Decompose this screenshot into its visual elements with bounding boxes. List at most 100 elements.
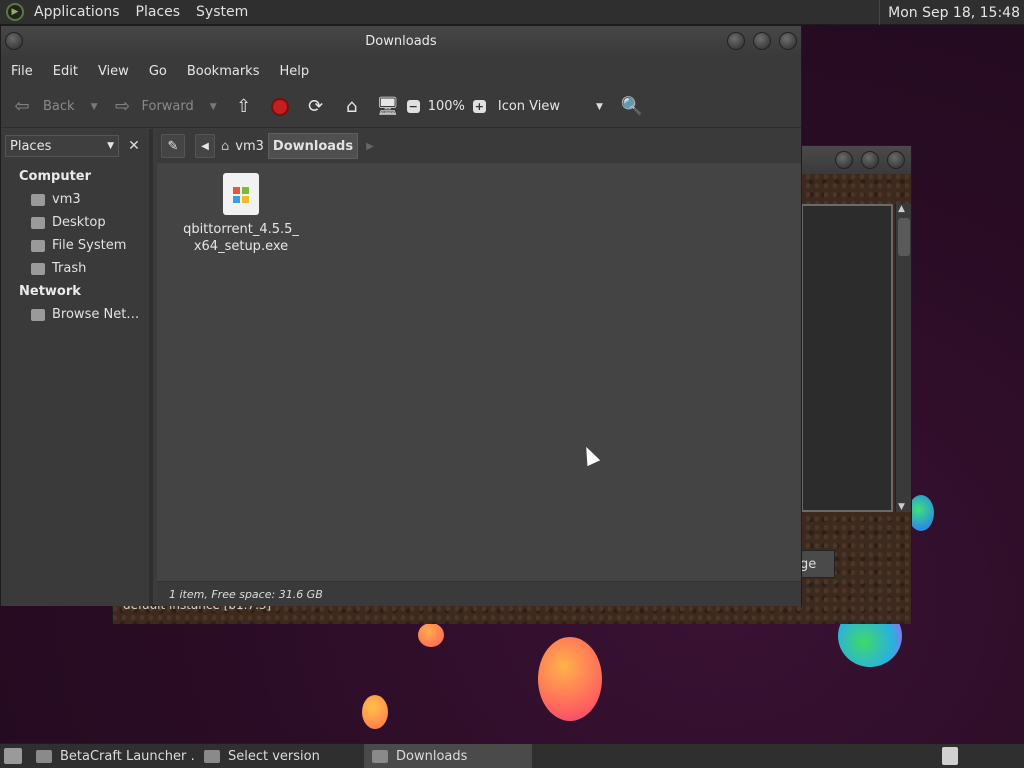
breadcrumb-left-button[interactable]: ◀ (195, 134, 215, 158)
task-label: BetaCraft Launcher … (60, 748, 196, 764)
launcher-button[interactable]: ge (799, 550, 835, 578)
windows-exe-icon (223, 173, 259, 215)
chevron-left-icon: ◀ (201, 140, 209, 152)
file-item[interactable]: qbittorrent_4.5.5_ x64_setup.exe (181, 173, 301, 255)
zoom-in-icon[interactable]: + (472, 100, 486, 113)
file-manager-window[interactable]: Downloads File Edit View Go Bookmarks He… (0, 25, 802, 606)
java-app-icon (36, 749, 52, 763)
menu-applications[interactable]: Applications (26, 4, 128, 20)
edit-icon: ✎ (167, 138, 179, 154)
desktop-icon (31, 216, 45, 229)
back-label: Back (43, 99, 75, 114)
task-select-version[interactable]: Select version (196, 744, 364, 768)
version-list-panel[interactable] (801, 204, 893, 512)
network-icon (31, 308, 45, 321)
decor-bubble-top-orange (418, 623, 444, 647)
scroll-thumb[interactable] (898, 218, 910, 256)
sidebar-item-label: File System (52, 238, 127, 253)
file-view[interactable]: qbittorrent_4.5.5_ x64_setup.exe (157, 163, 801, 581)
forward-arrow-icon: ⇨ (114, 96, 131, 117)
home-folder-icon (31, 193, 45, 206)
computer-icon: 🖥 (376, 96, 400, 117)
reload-icon: ⟳ (308, 96, 324, 117)
sidebar-item-trash[interactable]: Trash (1, 257, 149, 280)
toolbar: ⇦ Back ▼ ⇨ Forward ▼ ⇧ ⟳ ⌂ 🖥 − 100% + Ic… (1, 86, 801, 128)
drive-icon (31, 239, 45, 252)
window-title: Downloads (365, 33, 437, 49)
section-network: Network (19, 284, 81, 299)
forward-history-dropdown-icon[interactable]: ▼ (210, 102, 217, 112)
forward-button[interactable]: ⇨ Forward ▼ (109, 91, 217, 123)
menu-go[interactable]: Go (139, 64, 177, 79)
sidebar-type-select[interactable]: Places ▼ (5, 135, 119, 157)
sidebar: Places ▼ ✕ Computer vm3 Desktop File Sys… (1, 129, 153, 606)
sidebar-item-label: Desktop (52, 215, 106, 230)
file-name-line1: qbittorrent_4.5.5_ (183, 222, 299, 237)
clock[interactable]: Mon Sep 18, 15:48 (879, 0, 1024, 25)
menu-view[interactable]: View (88, 64, 139, 79)
window-menu-icon[interactable] (5, 32, 23, 50)
sidebar-item-desktop[interactable]: Desktop (1, 211, 149, 234)
zoom-level: 100% (427, 99, 465, 114)
reload-button[interactable]: ⟳ (303, 91, 329, 123)
chevron-right-icon[interactable]: ▶ (366, 141, 374, 152)
up-button[interactable]: ⇧ (231, 91, 257, 123)
top-panel: ▶ Applications Places System Mon Sep 18,… (0, 0, 1024, 25)
close-sidebar-icon[interactable]: ✕ (123, 135, 145, 157)
scroll-up-icon[interactable]: ▲ (898, 204, 905, 214)
task-downloads[interactable]: Downloads (364, 744, 532, 768)
menu-help[interactable]: Help (269, 64, 319, 79)
sidebar-header: Places ▼ ✕ (5, 134, 147, 158)
menu-system[interactable]: System (188, 4, 256, 20)
sidebar-item-filesystem[interactable]: File System (1, 234, 149, 257)
file-name-line2: x64_setup.exe (193, 239, 289, 254)
menu-places[interactable]: Places (128, 4, 189, 20)
location-bar: ✎ ◀ ⌂ vm3 Downloads ▶ (157, 129, 801, 163)
maximize-icon[interactable] (753, 32, 771, 50)
computer-button[interactable]: 🖥 (375, 91, 401, 123)
version-list-scrollbar[interactable]: ▲ ▼ (895, 204, 911, 512)
minimize-icon[interactable] (727, 32, 745, 50)
trash-icon (31, 262, 45, 275)
maximize-icon[interactable] (861, 151, 879, 169)
zoom-control: − 100% + (406, 91, 486, 123)
decor-bubble-orange (538, 637, 602, 721)
trash-applet-icon[interactable] (942, 747, 958, 765)
minimize-icon[interactable] (835, 151, 853, 169)
close-icon[interactable] (779, 32, 797, 50)
places-list: Computer vm3 Desktop File System Trash N… (1, 165, 149, 326)
sidebar-item-browse-network[interactable]: Browse Net… (1, 303, 149, 326)
close-icon[interactable] (887, 151, 905, 169)
breadcrumb-vm3[interactable]: ⌂ vm3 (217, 133, 268, 159)
zoom-out-icon[interactable]: − (406, 100, 420, 113)
toggle-location-entry-button[interactable]: ✎ (161, 134, 185, 158)
launcher-button-label: ge (800, 556, 817, 572)
back-button[interactable]: ⇦ Back ▼ (9, 91, 97, 123)
scroll-down-icon[interactable]: ▼ (898, 502, 905, 512)
show-desktop-icon[interactable] (4, 748, 22, 764)
window-titlebar[interactable]: Downloads (1, 26, 801, 56)
breadcrumb-label: Downloads (272, 138, 354, 154)
stop-button[interactable] (267, 91, 293, 123)
section-computer: Computer (19, 169, 92, 184)
view-mode-label: Icon View (497, 99, 561, 114)
back-history-dropdown-icon[interactable]: ▼ (91, 102, 98, 112)
sidebar-item-label: Browse Net… (52, 307, 140, 322)
sidebar-item-vm3[interactable]: vm3 (1, 188, 149, 211)
menu-edit[interactable]: Edit (43, 64, 88, 79)
java-app-icon (204, 749, 220, 763)
home-folder-icon: ⌂ (345, 96, 358, 117)
search-button[interactable]: 🔍 (619, 91, 645, 123)
home-button[interactable]: ⌂ (339, 91, 365, 123)
menu-bookmarks[interactable]: Bookmarks (177, 64, 270, 79)
sidebar-item-label: Trash (52, 261, 87, 276)
view-mode-select[interactable]: Icon View ▼ (498, 91, 603, 123)
bottom-panel: BetaCraft Launcher … Select version Down… (0, 743, 1024, 768)
menu-file[interactable]: File (1, 64, 43, 79)
folder-icon (372, 749, 388, 763)
task-betacraft-launcher[interactable]: BetaCraft Launcher … (28, 744, 196, 768)
breadcrumb-downloads[interactable]: Downloads (267, 133, 359, 159)
task-label: Downloads (396, 748, 468, 764)
distro-logo-icon[interactable]: ▶ (6, 3, 24, 21)
chevron-down-icon: ▼ (596, 101, 603, 112)
